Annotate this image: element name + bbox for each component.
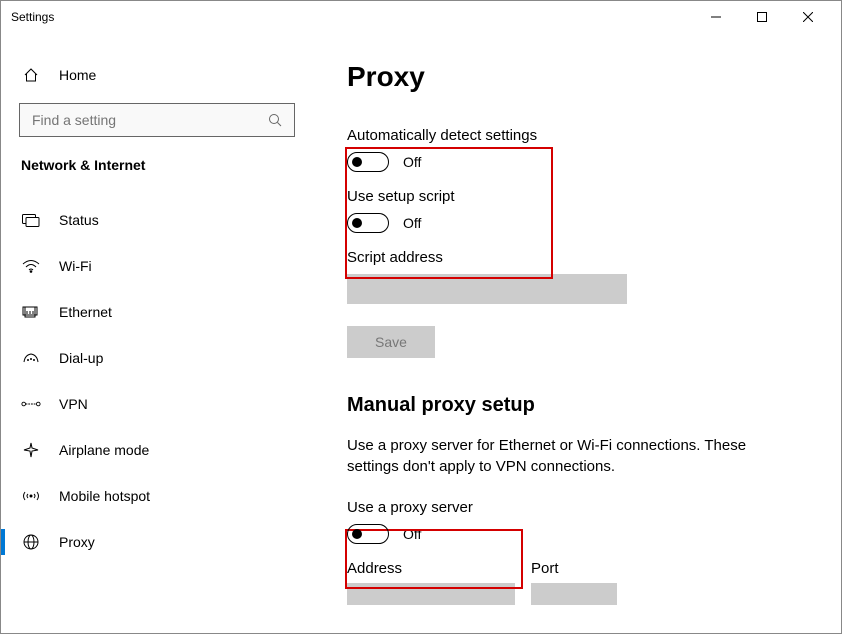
hotspot-icon (21, 489, 41, 503)
titlebar: Settings (1, 1, 841, 33)
search-input[interactable] (19, 103, 295, 137)
use-script-label: Use setup script (347, 188, 805, 205)
address-label: Address (347, 560, 515, 577)
manual-description: Use a proxy server for Ethernet or Wi-Fi… (347, 435, 787, 477)
manual-heading: Manual proxy setup (347, 394, 805, 417)
sidebar: Home Network & Internet Status (1, 33, 311, 633)
sidebar-item-label: Ethernet (59, 304, 112, 320)
maximize-icon (757, 12, 767, 22)
sidebar-item-label: Mobile hotspot (59, 488, 150, 504)
port-input[interactable] (531, 583, 617, 605)
sidebar-item-label: Status (59, 212, 99, 228)
section-title: Network & Internet (1, 153, 311, 197)
close-icon (803, 12, 813, 22)
sidebar-item-airplane[interactable]: Airplane mode (1, 427, 311, 473)
sidebar-item-label: Wi-Fi (59, 258, 92, 274)
minimize-icon (711, 12, 721, 22)
window-title: Settings (11, 10, 693, 24)
auto-detect-state: Off (403, 154, 421, 170)
sidebar-item-label: Dial-up (59, 350, 103, 366)
sidebar-item-label: Proxy (59, 534, 95, 550)
vpn-icon (21, 397, 41, 411)
script-address-label: Script address (347, 249, 805, 266)
maximize-button[interactable] (739, 1, 785, 33)
airplane-icon (21, 442, 41, 458)
ethernet-icon (21, 305, 41, 319)
close-button[interactable] (785, 1, 831, 33)
sidebar-item-ethernet[interactable]: Ethernet (1, 289, 311, 335)
sidebar-item-dialup[interactable]: Dial-up (1, 335, 311, 381)
auto-detect-toggle[interactable] (347, 152, 389, 172)
home-link[interactable]: Home (1, 57, 311, 93)
dialup-icon (21, 351, 41, 365)
address-input[interactable] (347, 583, 515, 605)
sidebar-item-label: VPN (59, 396, 88, 412)
sidebar-item-hotspot[interactable]: Mobile hotspot (1, 473, 311, 519)
sidebar-item-proxy[interactable]: Proxy (1, 519, 311, 565)
page-title: Proxy (347, 61, 805, 93)
script-address-input[interactable] (347, 274, 627, 304)
use-script-toggle[interactable] (347, 213, 389, 233)
proxy-icon (21, 534, 41, 550)
sidebar-item-wifi[interactable]: Wi-Fi (1, 243, 311, 289)
use-proxy-label: Use a proxy server (347, 499, 805, 516)
sidebar-item-label: Airplane mode (59, 442, 149, 458)
auto-detect-label: Automatically detect settings (347, 127, 805, 144)
search-icon (266, 113, 284, 127)
use-proxy-toggle[interactable] (347, 524, 389, 544)
home-label: Home (59, 67, 96, 83)
sidebar-item-vpn[interactable]: VPN (1, 381, 311, 427)
use-proxy-state: Off (403, 526, 421, 542)
save-label: Save (375, 334, 407, 350)
minimize-button[interactable] (693, 1, 739, 33)
content: Proxy Automatically detect settings Off … (311, 33, 841, 633)
use-script-state: Off (403, 215, 421, 231)
sidebar-item-status[interactable]: Status (1, 197, 311, 243)
status-icon (21, 213, 41, 227)
port-label: Port (531, 560, 617, 577)
wifi-icon (21, 259, 41, 273)
home-icon (21, 67, 41, 83)
save-button[interactable]: Save (347, 326, 435, 358)
search-field[interactable] (30, 111, 266, 129)
